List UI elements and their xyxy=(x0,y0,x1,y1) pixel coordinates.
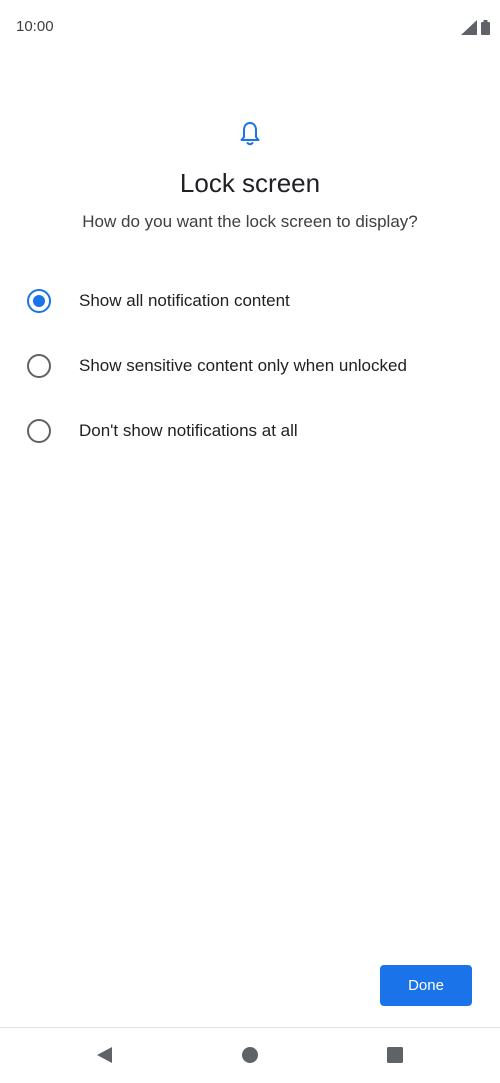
radio-button[interactable] xyxy=(27,418,51,443)
status-bar: 10:00 xyxy=(0,0,500,56)
option-dont-show[interactable]: Don't show notifications at all xyxy=(0,398,500,463)
notification-options: Show all notification content Show sensi… xyxy=(0,268,500,463)
done-button[interactable]: Done xyxy=(380,965,472,1006)
option-show-sensitive-when-unlocked[interactable]: Show sensitive content only when unlocke… xyxy=(0,333,500,398)
home-icon[interactable] xyxy=(240,1045,260,1065)
option-label: Don't show notifications at all xyxy=(79,420,298,440)
battery-icon xyxy=(481,20,490,35)
page-subtitle: How do you want the lock screen to displ… xyxy=(82,212,418,231)
status-time: 10:00 xyxy=(16,18,54,35)
option-show-all[interactable]: Show all notification content xyxy=(0,268,500,333)
option-label: Show sensitive content only when unlocke… xyxy=(79,355,407,375)
navigation-bar xyxy=(0,1028,500,1083)
radio-button[interactable] xyxy=(27,353,51,378)
option-label: Show all notification content xyxy=(79,290,290,310)
bell-icon xyxy=(240,122,260,146)
back-icon[interactable] xyxy=(95,1045,115,1065)
page-title: Lock screen xyxy=(179,168,321,198)
radio-button-selected[interactable] xyxy=(27,288,51,313)
signal-icon xyxy=(461,20,477,35)
status-icons xyxy=(461,20,490,35)
recents-icon[interactable] xyxy=(385,1045,405,1065)
